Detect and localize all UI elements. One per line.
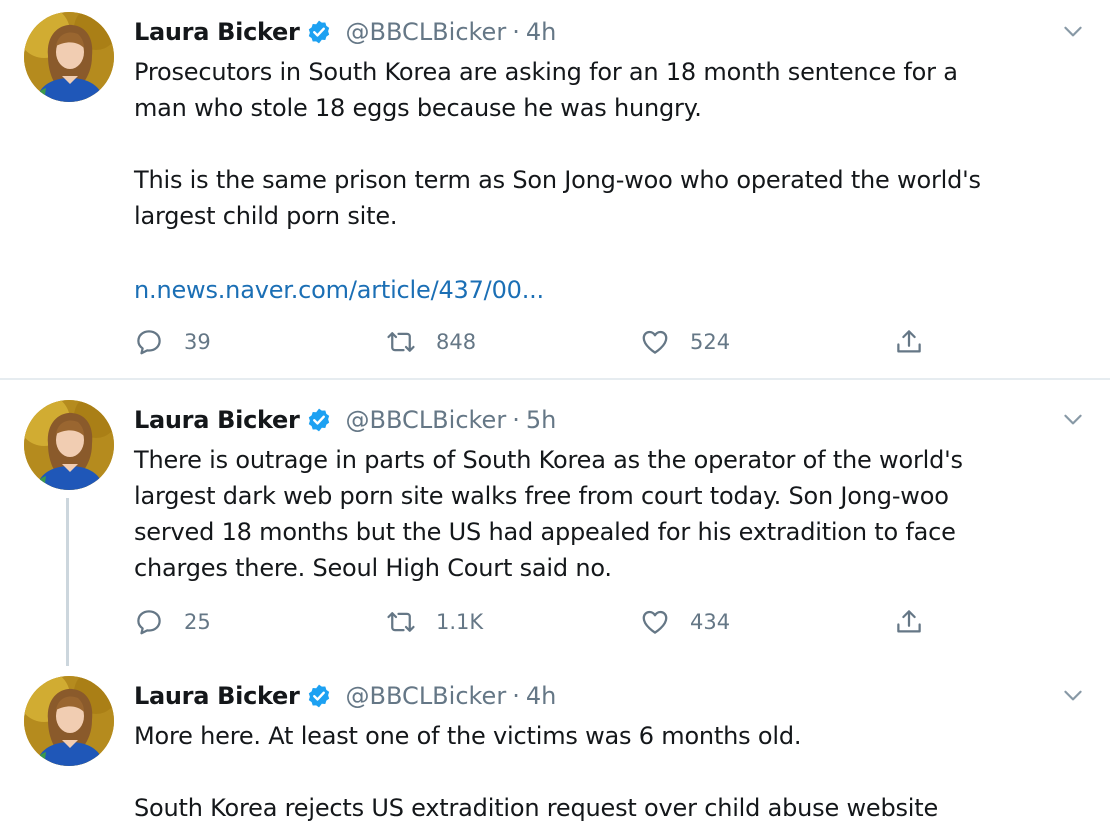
- author-name[interactable]: Laura Bicker: [134, 406, 300, 434]
- author-handle[interactable]: @BBCLBicker: [346, 406, 507, 434]
- separator: ·: [512, 406, 520, 434]
- like-button[interactable]: 434: [640, 602, 730, 642]
- timestamp[interactable]: 5h: [526, 406, 556, 434]
- verified-badge-icon: [306, 407, 332, 433]
- timestamp[interactable]: 4h: [526, 682, 556, 710]
- tweet-text: There is outrage in parts of South Korea…: [134, 442, 1074, 586]
- tweet-paragraph: South Korea rejects US extradition reque…: [134, 794, 939, 822]
- author-name[interactable]: Laura Bicker: [134, 682, 300, 710]
- avatar[interactable]: [24, 400, 114, 490]
- tweet-paragraph: More here. At least one of the victims w…: [134, 722, 802, 750]
- heart-icon: [640, 327, 670, 357]
- tweet-actions: 39 848 524: [134, 322, 954, 362]
- chevron-down-icon[interactable]: [1060, 18, 1086, 44]
- tweet-text: Prosecutors in South Korea are asking fo…: [134, 54, 1074, 234]
- author-name[interactable]: Laura Bicker: [134, 18, 300, 46]
- reply-count: 39: [184, 330, 211, 354]
- separator: ·: [512, 682, 520, 710]
- share-icon: [894, 607, 924, 637]
- chevron-down-icon[interactable]: [1060, 406, 1086, 432]
- like-count: 434: [690, 610, 731, 634]
- tweet-header: Laura Bicker @BBCLBicker · 5h: [134, 402, 556, 438]
- verified-badge-icon: [306, 683, 332, 709]
- author-handle[interactable]: @BBCLBicker: [346, 682, 507, 710]
- separator: ·: [512, 18, 520, 46]
- tweet-header: Laura Bicker @BBCLBicker · 4h: [134, 678, 556, 714]
- tweet-header: Laura Bicker @BBCLBicker · 4h: [134, 14, 556, 50]
- retweet-icon: [386, 607, 416, 637]
- retweet-icon: [386, 327, 416, 357]
- timestamp[interactable]: 4h: [526, 18, 556, 46]
- tweet[interactable]: Laura Bicker @BBCLBicker · 4h Prosecutor…: [0, 0, 1110, 378]
- reply-button[interactable]: 39: [134, 322, 211, 362]
- chevron-down-icon[interactable]: [1060, 682, 1086, 708]
- retweet-button[interactable]: 1.1K: [386, 602, 483, 642]
- like-count: 524: [690, 330, 731, 354]
- retweet-count: 1.1K: [436, 610, 484, 634]
- reply-button[interactable]: 25: [134, 602, 211, 642]
- retweet-count: 848: [436, 330, 477, 354]
- author-handle[interactable]: @BBCLBicker: [346, 18, 507, 46]
- share-icon: [894, 327, 924, 357]
- reply-count: 25: [184, 610, 211, 634]
- tweet-paragraph: There is outrage in parts of South Korea…: [134, 446, 963, 582]
- tweet-paragraph: This is the same prison term as Son Jong…: [134, 166, 981, 230]
- tweet-actions: 25 1.1K 434: [134, 602, 954, 642]
- share-button[interactable]: [894, 602, 924, 642]
- reply-icon: [134, 607, 164, 637]
- retweet-button[interactable]: 848: [386, 322, 476, 362]
- tweet[interactable]: Laura Bicker @BBCLBicker · 5h There is o…: [0, 380, 1110, 670]
- heart-icon: [640, 607, 670, 637]
- like-button[interactable]: 524: [640, 322, 730, 362]
- tweet-text: More here. At least one of the victims w…: [134, 718, 1074, 826]
- avatar[interactable]: [24, 12, 114, 102]
- reply-icon: [134, 327, 164, 357]
- tweet-paragraph: Prosecutors in South Korea are asking fo…: [134, 58, 958, 122]
- share-button[interactable]: [894, 322, 924, 362]
- article-link[interactable]: n.news.naver.com/article/437/00...: [134, 272, 544, 308]
- verified-badge-icon: [306, 19, 332, 45]
- avatar[interactable]: [24, 676, 114, 766]
- tweet[interactable]: Laura Bicker @BBCLBicker · 4h More here.…: [0, 662, 1110, 838]
